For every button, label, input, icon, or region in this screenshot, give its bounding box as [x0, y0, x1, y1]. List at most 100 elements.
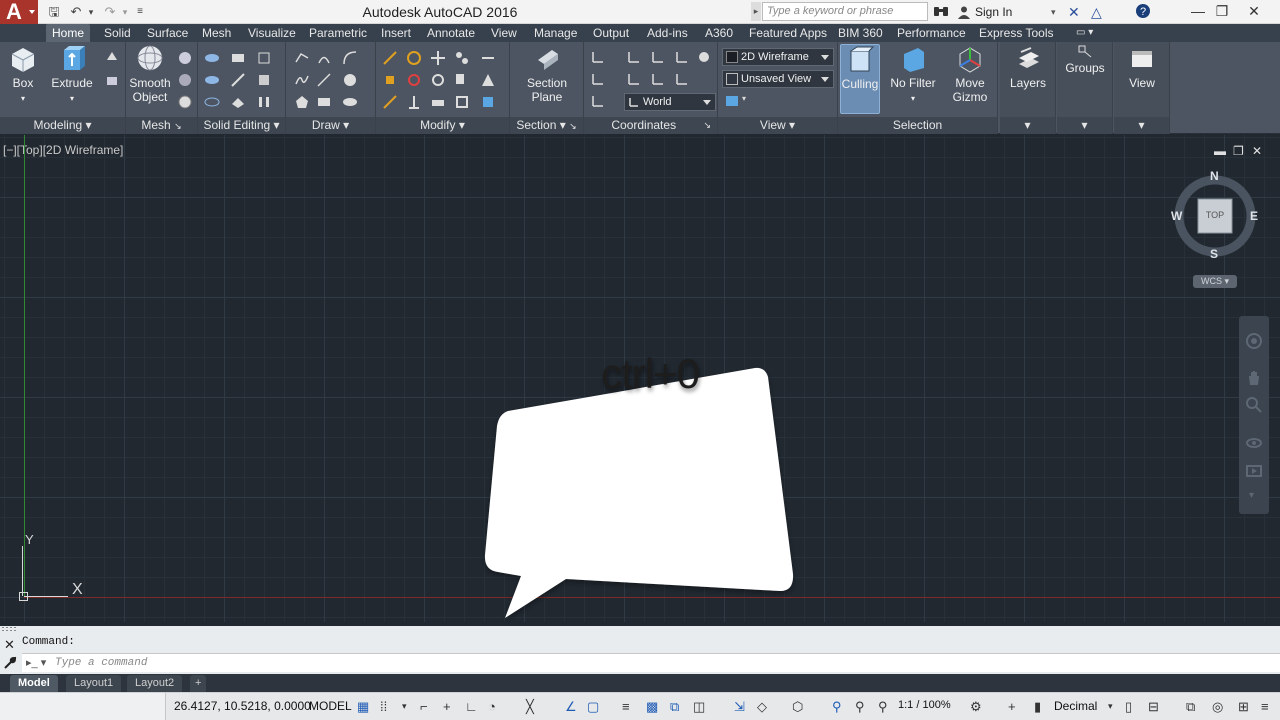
- units-select[interactable]: Decimal: [1054, 699, 1097, 713]
- gizmo-rotate-icon[interactable]: [406, 50, 422, 66]
- ucs-origin-icon[interactable]: [626, 49, 642, 65]
- tab-layout2[interactable]: Layout2: [127, 675, 183, 692]
- steering-wheel-icon[interactable]: [1245, 332, 1263, 350]
- polysolid-icon[interactable]: [104, 72, 120, 88]
- array-icon[interactable]: [454, 50, 470, 66]
- ucs-named-icon[interactable]: [590, 71, 606, 87]
- tab-a360[interactable]: A360: [699, 24, 739, 42]
- a360-icon[interactable]: △: [1091, 3, 1102, 21]
- culling-button[interactable]: Culling: [840, 44, 880, 114]
- ucs-object-icon[interactable]: [674, 49, 690, 65]
- 3d-align-icon[interactable]: [406, 94, 422, 110]
- mesh-refine-icon[interactable]: [177, 94, 193, 110]
- object-snap-tracking-icon[interactable]: ∠: [565, 699, 577, 714]
- viewport-minimize-icon[interactable]: ▬: [1214, 144, 1226, 158]
- ucs-icon-properties-icon[interactable]: [696, 49, 712, 65]
- compass-east[interactable]: E: [1250, 209, 1258, 223]
- panel-title-view[interactable]: View ▾: [718, 117, 837, 134]
- command-line-close-icon[interactable]: ✕: [4, 637, 15, 653]
- align-icon[interactable]: [382, 94, 398, 110]
- ucs-z-axis-icon[interactable]: [626, 71, 642, 87]
- scale-icon[interactable]: [454, 94, 470, 110]
- zoom-icon[interactable]: [1245, 396, 1263, 414]
- graphics-performance-icon[interactable]: ◎: [1212, 699, 1223, 714]
- lock-ui-icon[interactable]: ⊟: [1148, 699, 1159, 714]
- ellipse-icon[interactable]: [342, 94, 358, 110]
- spline-icon[interactable]: [294, 72, 310, 88]
- viewcube[interactable]: N S E W TOP WCS ▾: [1170, 169, 1260, 288]
- wcs-menu[interactable]: WCS ▾: [1193, 275, 1237, 288]
- navbar-menu-icon[interactable]: ▾: [1249, 490, 1254, 501]
- tab-manage[interactable]: Manage: [528, 24, 583, 42]
- snap-icon[interactable]: ⁞⁞: [380, 699, 387, 714]
- compass-south[interactable]: S: [1210, 247, 1218, 261]
- binoculars-icon[interactable]: [933, 3, 951, 21]
- tab-solid[interactable]: Solid: [98, 24, 137, 42]
- view-button[interactable]: View: [1118, 44, 1166, 90]
- isolate-objects-icon[interactable]: ⧉: [1186, 699, 1195, 714]
- panel-title-draw[interactable]: Draw ▾: [286, 117, 375, 134]
- panel-title-solid-editing[interactable]: Solid Editing ▾: [198, 117, 285, 134]
- command-prompt-icon[interactable]: ▸_ ▾: [26, 656, 46, 669]
- tab-options-icon[interactable]: ▭ ▾: [1070, 24, 1099, 42]
- pan-hand-icon[interactable]: [1245, 368, 1263, 386]
- line-icon[interactable]: [316, 72, 332, 88]
- tab-model[interactable]: Model: [10, 675, 58, 692]
- groups-button[interactable]: Groups: [1061, 44, 1109, 75]
- grid-icon[interactable]: ▦: [357, 699, 369, 714]
- selection-cycling-icon[interactable]: ⧉: [670, 699, 679, 714]
- tab-bim-360[interactable]: BIM 360: [832, 24, 889, 42]
- tab-express-tools[interactable]: Express Tools: [973, 24, 1059, 42]
- quick-properties-icon[interactable]: ▯: [1125, 699, 1132, 714]
- panel-title-section[interactable]: Section ▾ ↘: [510, 117, 583, 134]
- 3d-rotate-icon[interactable]: [406, 72, 422, 88]
- box-button[interactable]: Box ▾: [4, 44, 42, 106]
- workspace-gear-icon[interactable]: ⚙: [970, 699, 982, 714]
- lineweight-icon[interactable]: ≡: [622, 699, 630, 714]
- auto-scale-icon[interactable]: ⚲: [855, 699, 865, 714]
- wrench-icon[interactable]: [3, 656, 17, 673]
- tab-view[interactable]: View: [485, 24, 523, 42]
- tab-mesh[interactable]: Mesh: [196, 24, 237, 42]
- object-snap-icon[interactable]: ▢: [587, 699, 599, 714]
- layers-expand[interactable]: ▾: [1000, 117, 1055, 134]
- add-layout-icon[interactable]: +: [190, 675, 207, 692]
- units-icon[interactable]: ▮: [1034, 699, 1041, 714]
- polyline-icon[interactable]: [294, 50, 310, 66]
- ortho-icon[interactable]: ∟: [465, 699, 478, 714]
- offset-icon[interactable]: [480, 72, 496, 88]
- tab-annotate[interactable]: Annotate: [421, 24, 481, 42]
- named-view-select[interactable]: Unsaved View: [722, 70, 834, 88]
- imprint-icon[interactable]: [230, 94, 246, 110]
- intersect-icon[interactable]: [204, 94, 220, 110]
- exchange-apps-icon[interactable]: ✕: [1068, 3, 1080, 21]
- ucs-world-icon[interactable]: [590, 93, 606, 109]
- panel-title-modify[interactable]: Modify ▾: [376, 117, 509, 134]
- ucs-view-icon[interactable]: [650, 49, 666, 65]
- ucs-icon[interactable]: [590, 49, 606, 65]
- compass-west[interactable]: W: [1171, 209, 1182, 223]
- ucs-select[interactable]: World: [624, 93, 716, 111]
- extrude-faces-icon[interactable]: [256, 50, 272, 66]
- annotation-scale-select[interactable]: 1:1 / 100%: [898, 699, 951, 711]
- panel-title-mesh[interactable]: Mesh ↘: [126, 117, 197, 134]
- dynamic-input-icon[interactable]: +: [443, 699, 451, 714]
- search-input[interactable]: Type a keyword or phrase: [762, 2, 928, 21]
- copy-icon[interactable]: [454, 72, 470, 88]
- rectangle-icon[interactable]: [316, 94, 332, 110]
- tab-featured-apps[interactable]: Featured Apps: [743, 24, 833, 42]
- viewport-close-icon[interactable]: ✕: [1252, 144, 1262, 158]
- isodraft-icon[interactable]: ╳: [526, 699, 534, 714]
- drawing-canvas[interactable]: [−][Top][2D Wireframe] ▬ ❐ ✕ Y X N S E W…: [0, 135, 1280, 622]
- ucs-3-point-icon[interactable]: [650, 71, 666, 87]
- annotation-monitor-icon[interactable]: +: [1008, 699, 1016, 714]
- tab-layout1[interactable]: Layout1: [66, 675, 122, 692]
- help-icon[interactable]: ?: [1135, 3, 1151, 23]
- tab-output[interactable]: Output: [587, 24, 635, 42]
- panel-title-coordinates[interactable]: Coordinates ↘: [584, 117, 717, 134]
- gizmo-icon[interactable]: ⬡: [792, 699, 803, 714]
- no-filter-button[interactable]: No Filter ▾: [888, 44, 938, 106]
- polar-tracking-icon[interactable]: ◔: [488, 699, 496, 714]
- showmotion-icon[interactable]: [1245, 462, 1263, 480]
- subtract-icon[interactable]: [204, 72, 220, 88]
